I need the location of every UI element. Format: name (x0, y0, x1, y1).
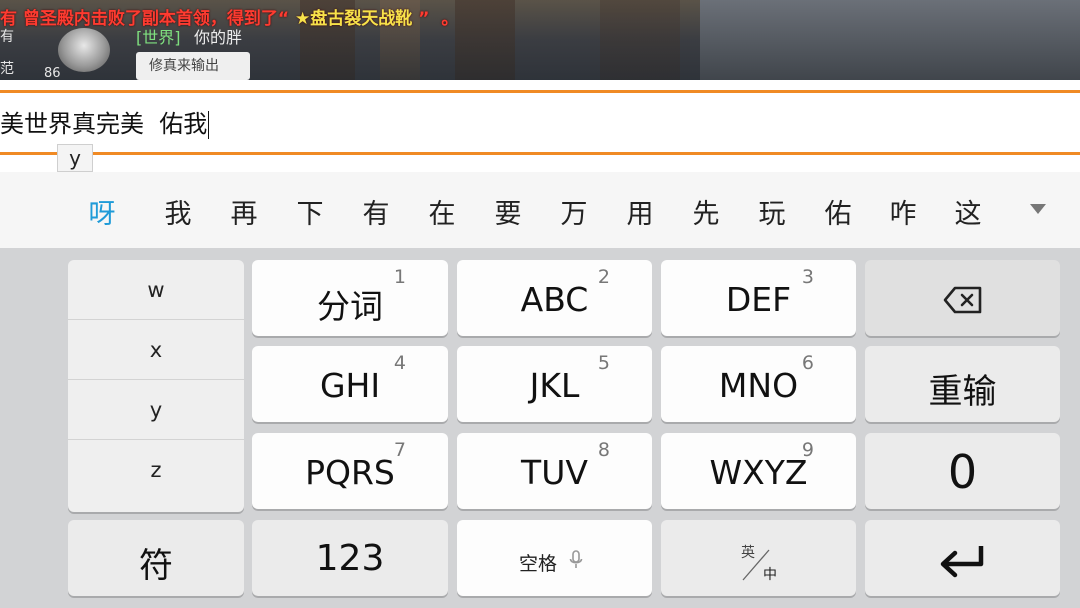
number-mode-key[interactable]: 123 (252, 520, 448, 596)
key-number: 2 (597, 266, 610, 288)
input-text: 美世界真完美 佑我 (0, 110, 208, 138)
key-number: 3 (801, 266, 814, 288)
key-fenci[interactable]: 分词 1 (252, 260, 448, 336)
chat-message-bubble: 修真来输出 (136, 52, 250, 80)
key-number: 5 (597, 352, 610, 374)
candidate-item[interactable]: 先 (686, 192, 726, 231)
candidate-bar: 呀 我 再 下 有 在 要 万 用 先 玩 佑 咋 这 (0, 172, 1080, 248)
key-label: DEF (725, 280, 792, 319)
candidate-item[interactable]: 咋 (883, 192, 923, 231)
pinyin-option[interactable]: w (68, 260, 244, 320)
key-number: 9 (801, 439, 814, 461)
input-top-border (0, 90, 1080, 93)
backspace-button[interactable] (865, 260, 1060, 336)
key-pqrs[interactable]: PQRS 7 (252, 433, 448, 509)
pinyin-option[interactable]: x (68, 320, 244, 380)
side-label: 有 (0, 29, 14, 45)
pinyin-option-list: w x y z (68, 260, 244, 512)
backspace-icon (943, 286, 982, 314)
candidate-item[interactable]: 玩 (752, 192, 792, 231)
zero-key[interactable]: 0 (865, 433, 1060, 509)
key-mno[interactable]: MNO 6 (661, 346, 856, 422)
input-bottom-border (0, 152, 1080, 155)
enter-icon (940, 546, 984, 578)
candidate-item[interactable]: 我 (158, 192, 198, 231)
key-label: 符 (139, 546, 173, 586)
key-wxyz[interactable]: WXYZ 9 (661, 433, 856, 509)
key-label: 空格 (519, 553, 558, 575)
key-def[interactable]: DEF 3 (661, 260, 856, 336)
key-number: 4 (393, 352, 406, 374)
announcement-close-quote: ” (418, 9, 430, 29)
input-field[interactable]: 美世界真完美 佑我 (0, 104, 210, 139)
enter-button[interactable] (865, 520, 1060, 596)
keyboard: w x y z 分词 1 ABC 2 DEF 3 GHI 4 JKL 5 MNO… (0, 248, 1080, 608)
key-label: JKL (529, 366, 580, 405)
candidate-item[interactable]: 要 (488, 192, 528, 231)
chevron-down-icon[interactable] (1030, 204, 1046, 214)
key-number: 6 (801, 352, 814, 374)
key-label: GHI (319, 366, 381, 405)
space-key[interactable]: 空格 (457, 520, 652, 596)
key-label: PQRS (305, 453, 395, 492)
candidate-item[interactable]: 在 (422, 192, 462, 231)
chat-channel-label: [世界] (136, 28, 181, 47)
language-switch-key[interactable]: 英 中 (661, 520, 856, 596)
announcement-item: ★盘古裂天战靴 (295, 9, 413, 29)
candidate-item[interactable]: 呀 (82, 192, 122, 231)
key-tuv[interactable]: TUV 8 (457, 433, 652, 509)
key-number: 1 (393, 266, 406, 288)
pinyin-composition: y (57, 144, 93, 172)
key-label: WXYZ (709, 453, 808, 492)
candidate-item[interactable]: 用 (620, 192, 660, 231)
candidate-item[interactable]: 有 (356, 192, 396, 231)
key-jkl[interactable]: JKL 5 (457, 346, 652, 422)
background-tower (455, 0, 515, 88)
key-number: 8 (597, 439, 610, 461)
reinput-button[interactable]: 重输 (865, 346, 1060, 422)
pinyin-option[interactable]: y (68, 380, 244, 440)
key-abc[interactable]: ABC 2 (457, 260, 652, 336)
key-label: 分词 (317, 287, 383, 326)
background-tower (600, 0, 680, 88)
key-label: ABC (520, 280, 589, 319)
key-label: TUV (521, 453, 588, 492)
player-avatar[interactable] (58, 28, 110, 72)
mic-icon (569, 550, 583, 568)
key-label: MNO (718, 366, 799, 405)
key-number: 7 (393, 439, 406, 461)
candidate-item[interactable]: 再 (224, 192, 264, 231)
key-label: 0 (947, 445, 978, 499)
lang-chinese-label: 中 (763, 567, 777, 583)
player-level: 86 (44, 66, 61, 81)
chat-sender-name: 你的胖 (194, 28, 243, 47)
candidate-item[interactable]: 这 (948, 192, 988, 231)
text-input-area[interactable]: 美世界真完美 佑我 y (0, 80, 1080, 172)
symbol-key[interactable]: 符 (68, 520, 244, 596)
key-ghi[interactable]: GHI 4 (252, 346, 448, 422)
candidate-item[interactable]: 下 (290, 192, 330, 231)
game-background: 有 曾圣殿内击败了副本首领，得到了“ ★盘古裂天战靴 ” 。 有 范 86 [世… (0, 0, 1080, 88)
pinyin-option[interactable]: z (68, 440, 244, 500)
side-label: 范 (0, 61, 14, 77)
background-sky (700, 0, 1080, 88)
candidate-item[interactable]: 万 (554, 192, 594, 231)
text-cursor (208, 111, 210, 139)
candidate-item[interactable]: 佑 (818, 192, 858, 231)
key-label: 123 (315, 538, 385, 579)
key-label: 重输 (928, 372, 997, 412)
announcement-tail: 。 (441, 9, 459, 29)
